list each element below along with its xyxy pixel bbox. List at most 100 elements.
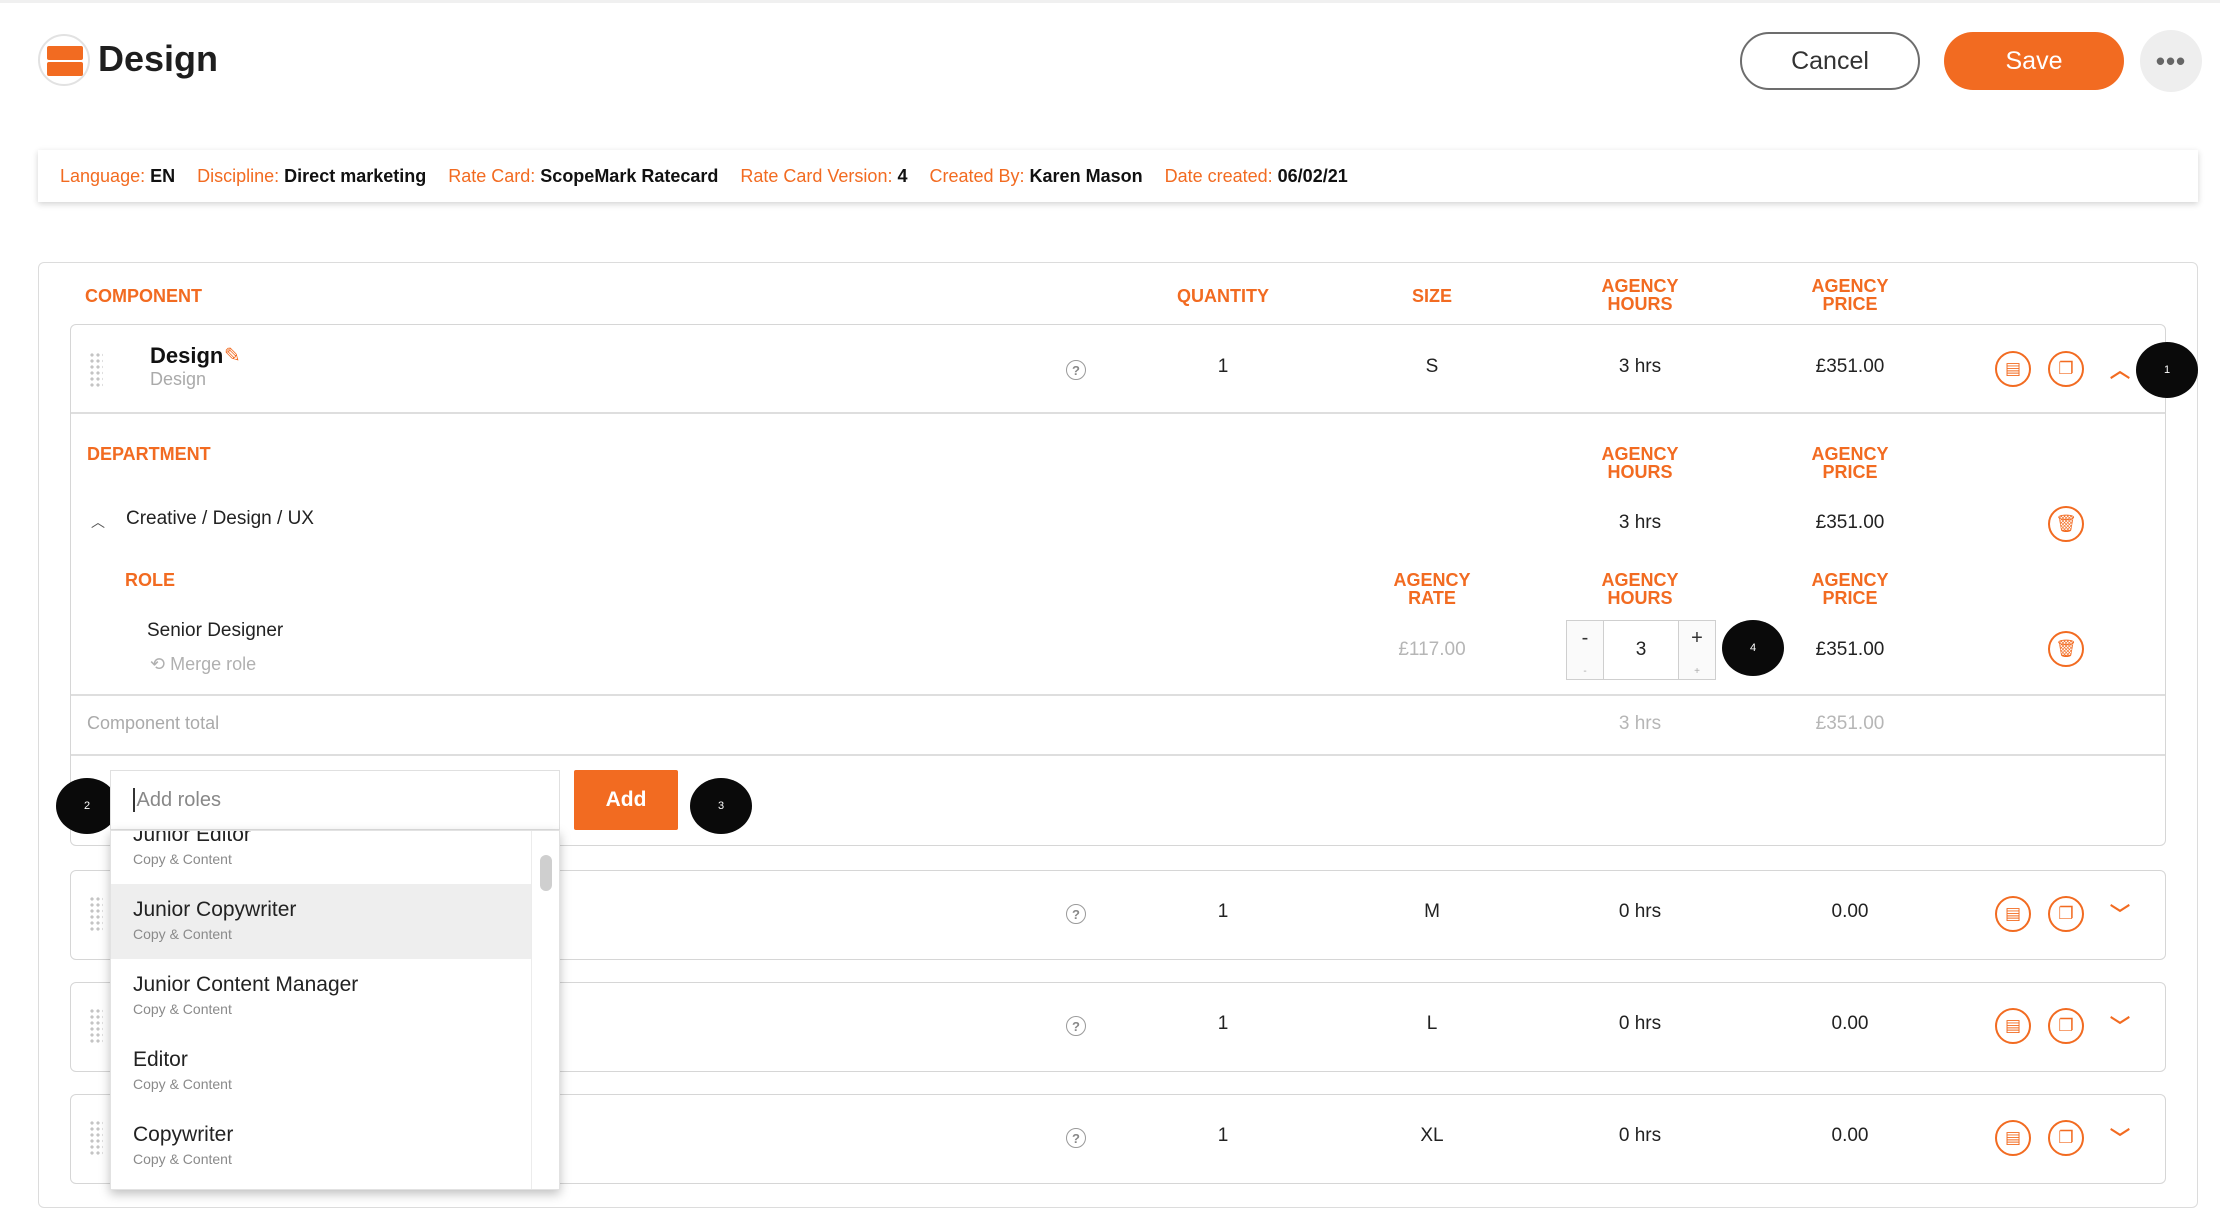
more-options-button[interactable]: ••• [2140,30,2202,92]
row-hours: 0 hrs [1618,1013,1662,1034]
dropdown-option[interactable]: Junior Content Manager Copy & Content [111,959,531,1034]
header-role: ROLE [125,570,176,590]
header-component: COMPONENT [85,286,202,306]
increment-button[interactable]: + + [1679,621,1715,679]
dropdown-option[interactable]: Copywriter Copy & Content [111,1109,531,1184]
scrollbar-thumb[interactable] [540,855,552,891]
department-name: Creative / Design / UX [126,508,314,529]
add-role-button[interactable]: Add [574,770,678,830]
header-agency-hours: AGENCY HOURS [1601,276,1679,314]
row-hours: 0 hrs [1618,901,1662,922]
meta-language: Language: EN [60,165,176,186]
clipboard-icon[interactable]: ▤ [1995,351,2031,387]
divider [71,694,2165,696]
merge-role-link[interactable]: ⟲ Merge role [150,654,256,675]
component-name: Design [150,343,224,368]
row-price: 0.00 [1831,1013,1869,1034]
delete-department-icon[interactable]: 🗑 [2048,506,2084,542]
meta-date-created: Date created: 06/02/21 [1164,165,1348,186]
department-header-agency-price: AGENCY PRICE [1811,444,1889,482]
row-size: XL [1420,1125,1444,1146]
help-icon[interactable]: ? [1066,360,1086,380]
meta-discipline: Discipline: Direct marketing [197,165,427,186]
drag-handle-icon[interactable] [89,1120,103,1156]
row-quantity: 1 [1217,901,1229,922]
dropdown-option[interactable]: Editor Copy & Content [111,1034,531,1109]
header-agency-price: AGENCY PRICE [1811,276,1889,314]
row-quantity: 1 [1217,1013,1229,1034]
chevron-down-icon[interactable]: ﹀ [2110,1010,2130,1039]
marker-4: 4 [1722,620,1784,676]
drag-handle-icon[interactable] [89,352,103,388]
header-department: DEPARTMENT [87,444,211,464]
role-header-agency-rate: AGENCY RATE [1393,570,1471,608]
merge-icon: ⟲ [150,654,166,674]
text-cursor [133,788,135,812]
component-hours: 3 hrs [1618,356,1662,377]
component-price: £351.00 [1815,356,1885,377]
clipboard-icon[interactable]: ▤ [1995,1120,2031,1156]
dropdown-option[interactable]: Junior Editor Copy & Content [111,831,531,884]
component-total-label: Component total [87,713,220,733]
meta-created-by: Created By: Karen Mason [929,165,1143,186]
dropdown-option-selected[interactable]: Junior Copywriter Copy & Content [111,884,531,959]
component-quantity: 1 [1217,356,1229,377]
header-size: SIZE [1411,286,1452,306]
divider [71,754,2165,756]
copy-icon[interactable]: ❐ [2048,1008,2084,1044]
help-icon[interactable]: ? [1066,1128,1086,1148]
row-price: 0.00 [1831,1125,1869,1146]
top-edge [0,0,2220,3]
chevron-down-icon[interactable]: ﹀ [2110,898,2130,927]
row-price: 0.00 [1831,901,1869,922]
marker-2: 2 [56,778,118,834]
hours-input[interactable]: 3 [1603,621,1679,679]
divider [71,412,2165,414]
page-title: Design [98,38,219,79]
department-price: £351.00 [1815,512,1885,533]
row-size: L [1426,1013,1438,1034]
help-icon[interactable]: ? [1066,904,1086,924]
row-hours: 0 hrs [1618,1125,1662,1146]
collapse-caret-icon[interactable]: ︿ [91,512,105,532]
role-name: Senior Designer [147,620,284,641]
role-price: £351.00 [1815,639,1885,660]
header-quantity: QUANTITY [1177,286,1269,306]
drag-handle-icon[interactable] [89,1008,103,1044]
clipboard-icon[interactable]: ▤ [1995,1008,2031,1044]
copy-icon[interactable]: ❐ [2048,1120,2084,1156]
role-header-agency-price: AGENCY PRICE [1811,570,1889,608]
copy-icon[interactable]: ❐ [2048,351,2084,387]
cancel-button[interactable]: Cancel [1740,32,1920,90]
component-subtitle: Design [150,369,207,389]
edit-pencil-icon[interactable]: ✎ [224,343,241,368]
roles-option-list: Junior Editor Copy & Content Junior Copyw… [111,831,531,1184]
component-size: S [1425,356,1439,377]
add-roles-input[interactable]: Add roles [110,770,560,830]
app-logo-icon [38,34,90,86]
meta-bar: Language: EN Discipline: Direct marketin… [38,150,2198,202]
dropdown-scrollbar[interactable] [531,831,559,1189]
component-total-hours: 3 hrs [1618,713,1662,734]
marker-3: 3 [690,778,752,834]
save-button[interactable]: Save [1944,32,2124,90]
meta-rate-card-version: Rate Card Version: 4 [740,165,908,186]
delete-role-icon[interactable]: 🗑 [2048,631,2084,667]
help-icon[interactable]: ? [1066,1016,1086,1036]
roles-dropdown: Junior Editor Copy & Content Junior Copyw… [110,830,560,1190]
row-size: M [1424,901,1440,922]
decrement-button[interactable]: -- [1567,621,1603,679]
chevron-down-icon[interactable]: ﹀ [2110,1122,2130,1151]
clipboard-icon[interactable]: ▤ [1995,896,2031,932]
meta-rate-card: Rate Card: ScopeMark Ratecard [448,165,719,186]
drag-handle-icon[interactable] [89,896,103,932]
department-header-agency-hours: AGENCY HOURS [1601,444,1679,482]
marker-1: 1 [2136,342,2198,398]
hours-stepper: -- 3 + + [1566,620,1716,680]
department-hours: 3 hrs [1618,512,1662,533]
role-rate: £117.00 [1398,639,1466,660]
chevron-up-icon[interactable]: ︿ [2110,354,2130,383]
copy-icon[interactable]: ❐ [2048,896,2084,932]
component-total-price: £351.00 [1815,713,1885,734]
row-quantity: 1 [1217,1125,1229,1146]
